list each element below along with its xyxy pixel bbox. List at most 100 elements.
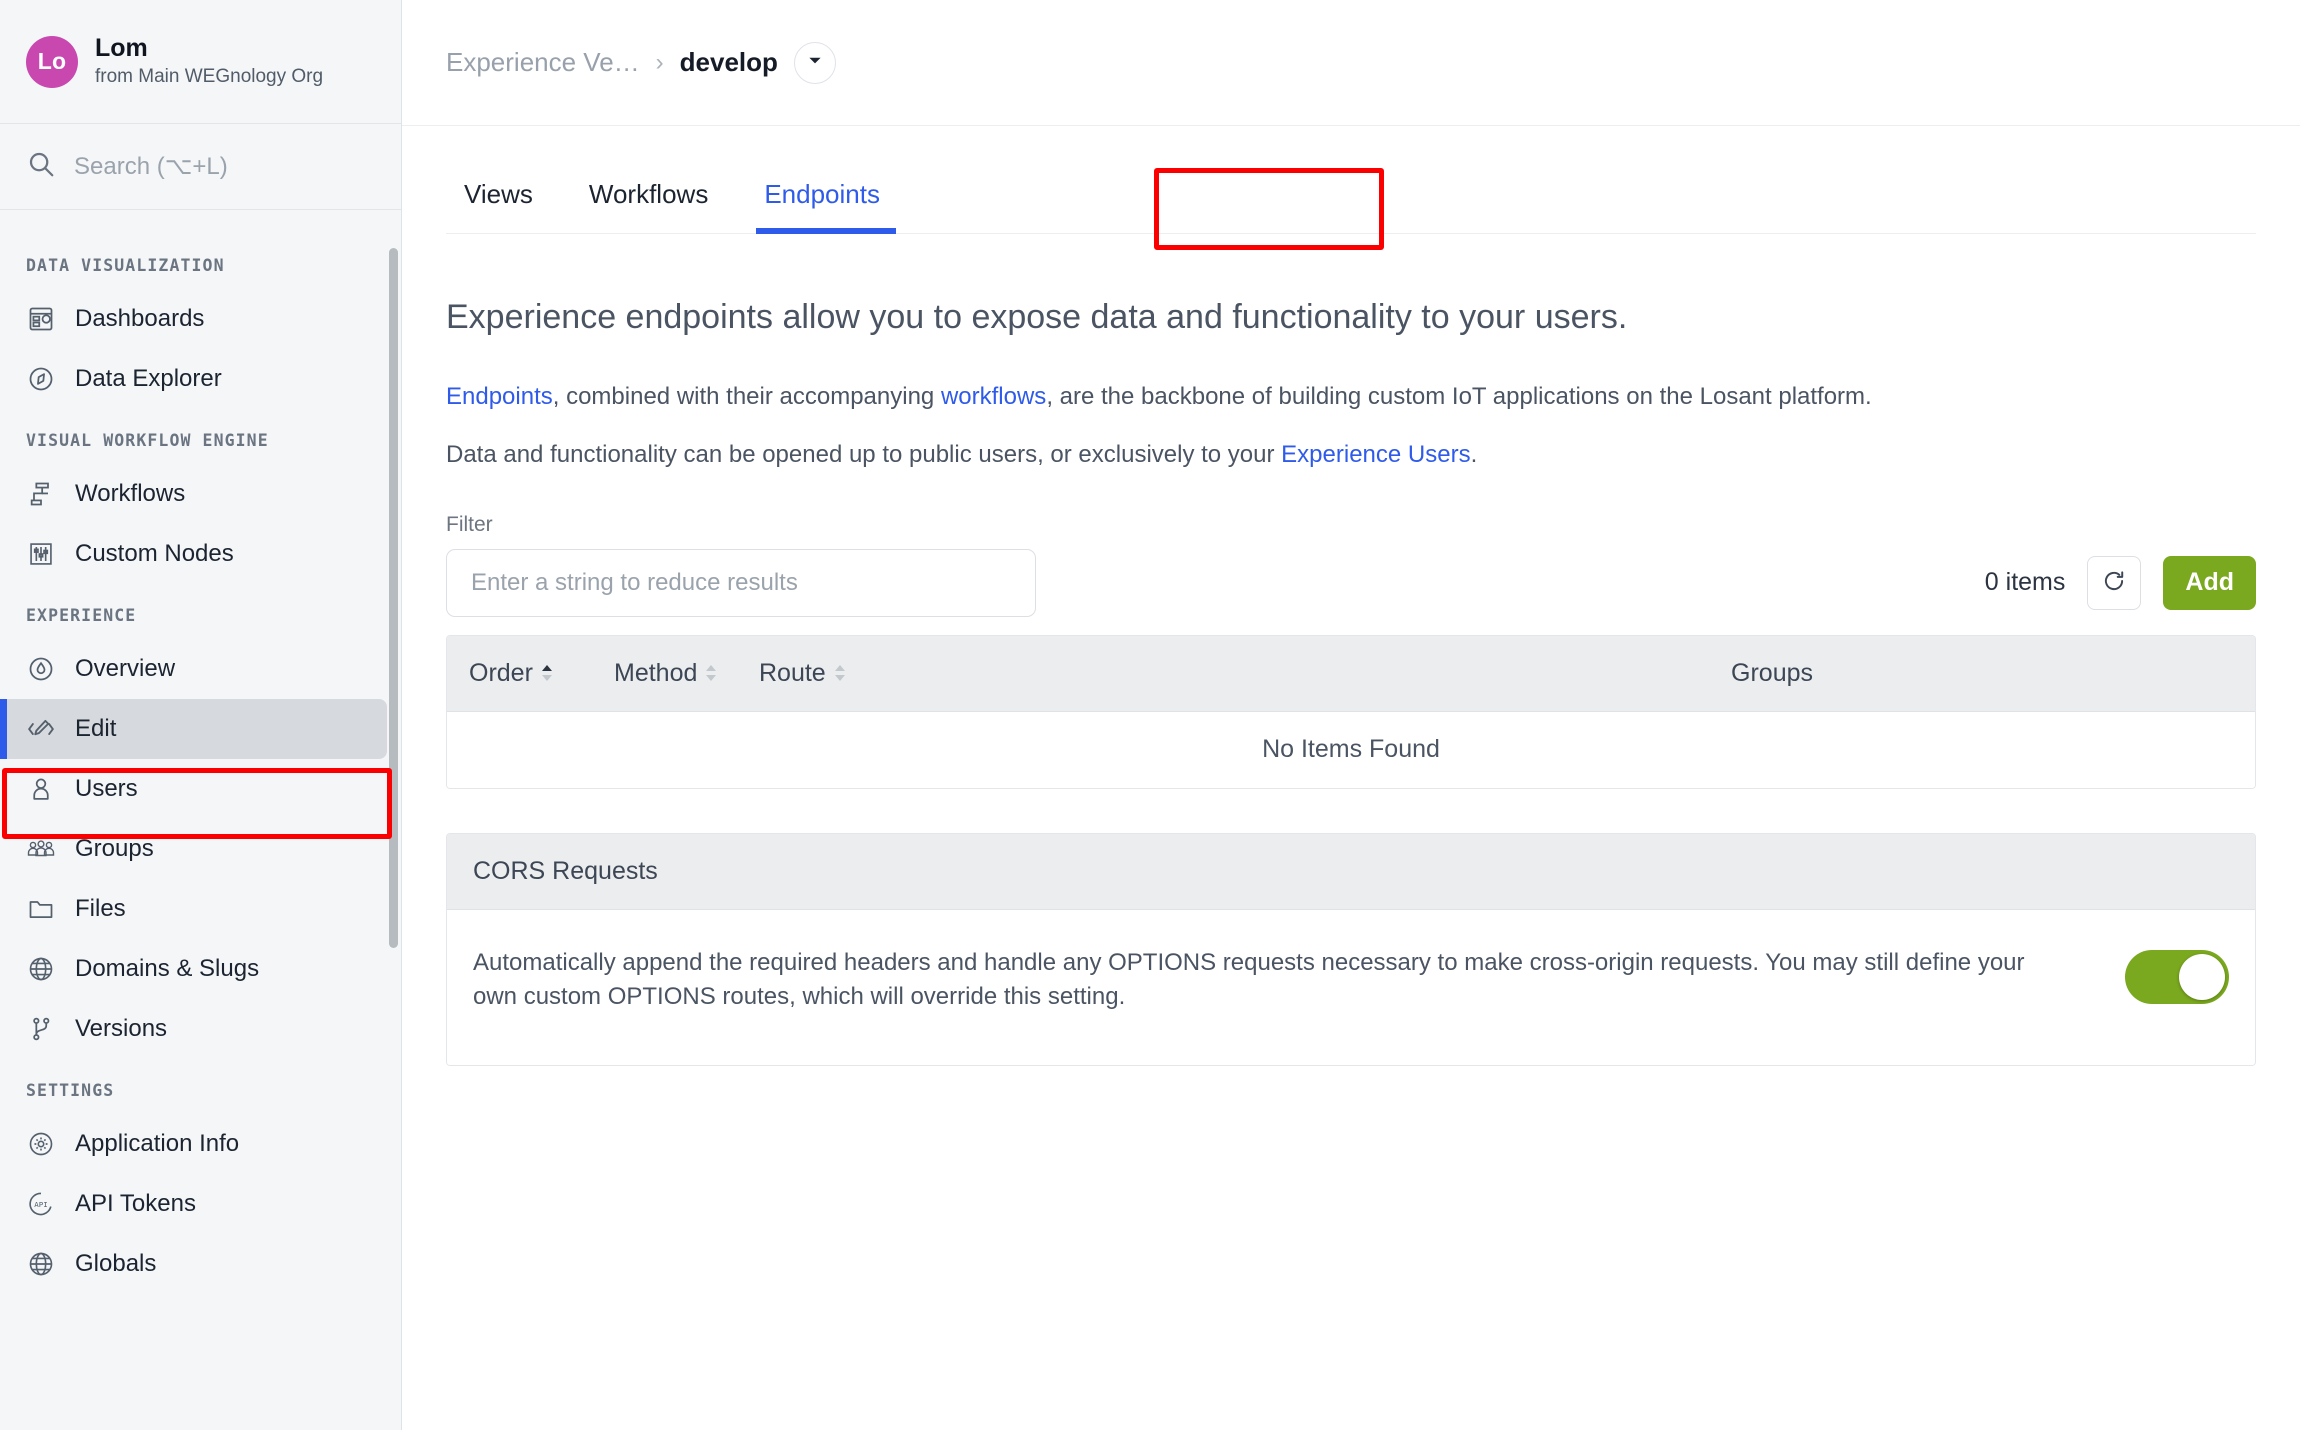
svg-text:API: API — [34, 1200, 47, 1209]
sidebar-item-label: Users — [75, 775, 138, 802]
sort-toggle-icon[interactable] — [833, 664, 847, 682]
sidebar-item-label: Globals — [75, 1250, 157, 1277]
intro-paragraph-1: Endpoints, combined with their accompany… — [446, 379, 2256, 415]
workflows-link[interactable]: workflows — [941, 383, 1046, 410]
tab-bar: Views Workflows Endpoints — [446, 126, 2256, 234]
nav-section-data-visualization: DATA VISUALIZATION — [26, 256, 225, 275]
column-label: Groups — [1731, 658, 1813, 687]
sort-toggle-icon[interactable] — [704, 664, 718, 682]
search-bar[interactable]: Search (⌥+L) — [0, 124, 401, 210]
experience-users-link[interactable]: Experience Users — [1281, 441, 1470, 468]
code-pencil-icon — [26, 714, 56, 744]
sidebar-nav: DATA VISUALIZATION Dashboards Data Explo… — [0, 210, 401, 1430]
sidebar-scrollbar-thumb[interactable] — [389, 248, 398, 948]
version-dropdown-button[interactable] — [793, 41, 836, 84]
sidebar-item-groups[interactable]: Groups — [0, 819, 387, 879]
avatar: Lo — [26, 35, 78, 88]
breadcrumb: Experience Ve… › develop — [402, 0, 2300, 126]
cors-panel-title: CORS Requests — [447, 833, 2255, 910]
globe-icon — [26, 1249, 56, 1279]
cors-panel: CORS Requests Automatically append the r… — [446, 832, 2256, 1067]
sidebar-item-domains-slugs[interactable]: Domains & Slugs — [0, 939, 387, 999]
sidebar-item-label: API Tokens — [75, 1190, 196, 1217]
sidebar-item-application-info[interactable]: Application Info — [0, 1114, 387, 1174]
sliders-icon — [26, 539, 56, 569]
column-header-order[interactable]: Order — [469, 659, 614, 688]
sidebar-item-data-explorer[interactable]: Data Explorer — [0, 349, 387, 409]
cors-description: Automatically append the required header… — [473, 948, 2025, 1011]
sidebar-item-edit[interactable]: Edit — [0, 699, 387, 759]
add-button[interactable]: Add — [2163, 555, 2256, 610]
filter-label: Filter — [446, 512, 493, 536]
sidebar-item-label: Workflows — [75, 480, 186, 507]
cors-panel-body: Automatically append the required header… — [447, 909, 2255, 1066]
sidebar-item-overview[interactable]: Overview — [0, 639, 387, 699]
app-root: Lo Lom from Main WEGnology Org Search (⌥… — [0, 0, 2300, 1430]
breadcrumb-parent[interactable]: Experience Ve… — [446, 47, 640, 78]
main-content: Experience Ve… › develop Views Workflows… — [402, 0, 2300, 1430]
nav-section-experience: EXPERIENCE — [26, 606, 137, 625]
column-header-route[interactable]: Route — [759, 659, 1731, 688]
tab-workflows[interactable]: Workflows — [561, 181, 736, 233]
org-meta: Lom from Main WEGnology Org — [95, 35, 323, 87]
sidebar-item-label: Application Info — [75, 1130, 240, 1157]
sidebar-item-label: Files — [75, 895, 126, 922]
page-title: Experience endpoints allow you to expose… — [446, 298, 1628, 336]
sidebar-item-versions[interactable]: Versions — [0, 999, 387, 1059]
search-input[interactable]: Search (⌥+L) — [74, 152, 228, 181]
branch-icon — [26, 1014, 56, 1044]
org-header[interactable]: Lo Lom from Main WEGnology Org — [0, 0, 401, 124]
breadcrumb-current: develop — [679, 47, 778, 77]
items-count: 0 items — [1984, 568, 2066, 596]
sidebar-item-files[interactable]: Files — [0, 879, 387, 939]
cors-toggle[interactable] — [2125, 949, 2229, 1004]
sidebar-item-label: Edit — [75, 715, 117, 742]
tab-views[interactable]: Views — [446, 181, 561, 233]
org-subtitle: from Main WEGnology Org — [95, 65, 324, 87]
paragraph-2-head: Data and functionality can be opened up … — [446, 440, 1282, 468]
column-label: Method — [614, 658, 698, 687]
sidebar-scrollbar[interactable] — [389, 210, 398, 1430]
sidebar-item-users[interactable]: Users — [0, 759, 387, 819]
api-token-icon: API — [26, 1189, 56, 1219]
breadcrumb-separator: › — [655, 48, 664, 76]
sidebar-item-label: Data Explorer — [75, 365, 222, 392]
intro-paragraph-2: Data and functionality can be opened up … — [446, 437, 2256, 473]
sidebar-item-label: Groups — [75, 835, 154, 862]
refresh-icon — [2101, 568, 2127, 597]
table-header-row: Order Method Route Groups — [447, 635, 2255, 712]
sidebar-item-custom-nodes[interactable]: Custom Nodes — [0, 524, 387, 584]
compass-icon — [26, 364, 56, 394]
sidebar-item-label: Overview — [75, 655, 176, 682]
sidebar: Lo Lom from Main WEGnology Org Search (⌥… — [0, 0, 402, 1430]
column-header-groups: Groups — [1731, 659, 1813, 688]
sidebar-item-dashboards[interactable]: Dashboards — [0, 289, 387, 349]
www-globe-icon — [26, 954, 56, 984]
sidebar-item-globals[interactable]: Globals — [0, 1234, 387, 1294]
sidebar-item-label: Dashboards — [75, 305, 205, 332]
column-label: Route — [759, 658, 826, 687]
user-icon — [26, 774, 56, 804]
users-group-icon — [26, 834, 56, 864]
sidebar-item-label: Versions — [75, 1015, 168, 1042]
paragraph-2-tail: . — [1470, 440, 1478, 468]
gear-icon — [26, 1129, 56, 1159]
org-name: Lom — [95, 34, 148, 63]
tab-endpoints[interactable]: Endpoints — [736, 181, 908, 234]
sort-toggle-icon[interactable] — [540, 664, 554, 682]
endpoints-table: Order Method Route Groups No Items Found — [446, 634, 2256, 789]
nav-section-settings: SETTINGS — [26, 1081, 115, 1100]
column-header-method[interactable]: Method — [614, 659, 759, 688]
endpoints-link[interactable]: Endpoints — [446, 383, 553, 410]
paragraph-1-tail: , are the backbone of building custom Io… — [1046, 382, 1872, 410]
sidebar-item-api-tokens[interactable]: API API Tokens — [0, 1174, 387, 1234]
refresh-button[interactable] — [2087, 555, 2142, 610]
workflow-icon — [26, 479, 56, 509]
table-empty-state: No Items Found — [447, 711, 2255, 788]
cors-toggle-knob — [2179, 953, 2225, 1000]
paragraph-1-mid: , combined with their accompanying — [552, 382, 941, 410]
nav-section-visual-workflow-engine: VISUAL WORKFLOW ENGINE — [26, 431, 269, 450]
sidebar-item-workflows[interactable]: Workflows — [0, 464, 387, 524]
chevron-down-icon — [806, 51, 824, 74]
filter-input[interactable] — [446, 548, 1036, 617]
